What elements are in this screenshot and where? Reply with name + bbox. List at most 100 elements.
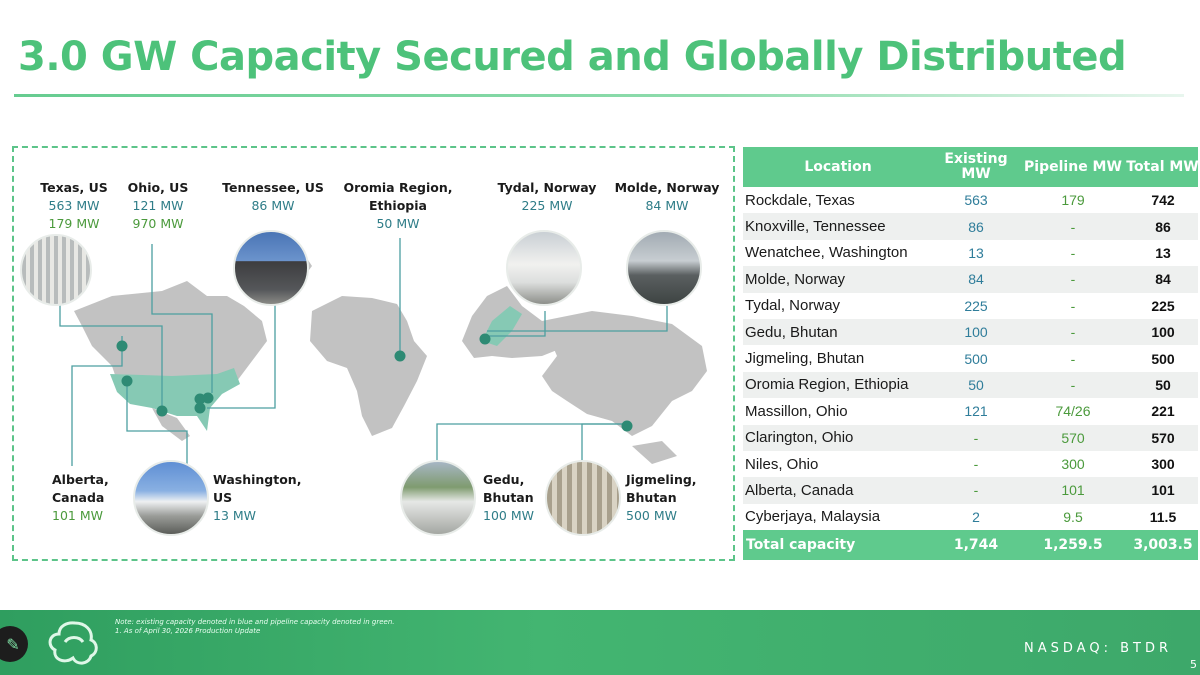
cell-location: Gedu, Bhutan [745,323,838,341]
cell-pipeline: 179 [1061,192,1085,209]
cell-pipeline: - [1070,376,1076,393]
tydal-photo [506,230,582,306]
header-total: Total MW [1126,158,1199,175]
label-gedu: Gedu, Bhutan 100 MW [483,471,553,525]
header-pipeline: Pipeline MW [1024,158,1122,175]
label-oromia-name1: Oromia Region, [343,180,453,195]
texas-photo [20,234,92,306]
cell-location: Wenatchee, Washington [745,244,908,262]
table-row: Gedu, Bhutan 100 - 100 [743,318,1198,346]
dot-washington [121,375,133,387]
label-tydal-existing: 225 MW [521,198,573,213]
label-molde-existing: 84 MW [645,198,689,213]
cell-pipeline: 9.5 [1063,508,1083,525]
cell-pipeline: - [1070,244,1076,261]
cell-location: Massillon, Ohio [745,402,848,420]
label-washington: Washington, US 13 MW [213,471,313,525]
cell-existing: 500 [964,350,988,367]
label-alberta-name1: Alberta, [52,472,109,487]
capacity-table: Location Existing MW Pipeline MW Total M… [743,147,1199,561]
cell-location: Oromia Region, Ethiopia [745,376,909,394]
molde-photo [626,230,702,306]
cell-existing: 50 [968,376,984,393]
table-row: Knoxville, Tennessee 86 - 86 [743,213,1198,240]
title-underline [14,94,1184,97]
cell-existing: 563 [964,192,988,209]
table-row: Massillon, Ohio 121 74/26 221 [743,398,1198,424]
label-ohio-existing: 121 MW [132,198,184,213]
label-texas-name: Texas, US [40,180,108,195]
cell-existing: 84 [968,271,984,288]
label-washington-name2: US [213,490,233,505]
cell-location: Jigmeling, Bhutan [745,350,865,368]
page-title: 3.0 GW Capacity Secured and Globally Dis… [18,34,1127,80]
washington-photo [133,460,209,536]
table-body: Rockdale, Texas 563 179 742 Knoxville, Tenne… [743,187,1198,530]
label-jigmeling-name1: Jigmeling, [626,472,697,487]
table-row: Clarington, Ohio - 570 570 [743,424,1198,451]
cell-total: 570 [1151,429,1175,446]
logo-icon [48,621,98,665]
cell-total: 225 [1151,297,1175,314]
cell-location: Rockdale, Texas [745,191,855,209]
header-location: Location [804,158,872,175]
jigmeling-photo [545,460,621,536]
label-gedu-name2: Bhutan [483,490,534,505]
gedu-photo [400,460,476,536]
cell-total: 84 [1155,271,1171,288]
ticker-symbol: NASDAQ: BTDR [1024,641,1172,656]
cell-total: 101 [1151,482,1175,499]
table-row: Molde, Norway 84 - 84 [743,266,1198,293]
dot-bhutan [621,420,633,432]
table-row: Cyberjaya, Malaysia 2 9.5 11.5 [743,504,1198,530]
label-jigmeling-existing: 500 MW [626,508,677,523]
label-texas-pipeline: 179 MW [48,216,100,231]
footnote: Note: existing capacity denoted in blue … [115,618,394,636]
label-washington-name1: Washington, [213,472,302,487]
cell-existing: - [973,482,979,499]
label-washington-existing: 13 MW [213,508,257,523]
table-row: Oromia Region, Ethiopia 50 - 50 [743,371,1198,399]
label-tennessee: Tennessee, US 86 MW [216,179,330,215]
label-jigmeling: Jigmeling, Bhutan 500 MW [626,471,716,525]
dot-alberta [116,340,128,352]
cell-pipeline: - [1070,297,1076,314]
label-alberta: Alberta, Canada 101 MW [52,471,132,525]
table-row: Niles, Ohio - 300 300 [743,451,1198,477]
tennessee-photo [233,230,309,306]
cell-location: Tydal, Norway [745,297,841,315]
dot-texas [156,405,168,417]
cell-existing: - [973,456,979,473]
table-row: Rockdale, Texas 563 179 742 [743,187,1198,213]
se-asia-shape [632,441,677,464]
cell-location: Clarington, Ohio [745,429,854,447]
cell-pipeline: - [1070,271,1076,288]
label-molde-name: Molde, Norway [614,180,720,195]
table-row: Wenatchee, Washington 13 - 13 [743,240,1198,266]
cell-total: 500 [1151,350,1175,367]
total-existing: 1,744 [953,537,999,554]
cell-existing: 225 [964,297,988,314]
dot-norway [479,333,491,345]
total-pipeline: 1,259.5 [1043,537,1103,554]
label-ohio-pipeline: 970 MW [132,216,184,231]
label-tydal-name: Tydal, Norway [497,180,597,195]
label-tennessee-existing: 86 MW [251,198,295,213]
label-ohio: Ohio, US 121 MW 970 MW [118,179,198,233]
header-existing: Existing MW [944,151,1008,182]
table-row: Alberta, Canada - 101 101 [743,477,1198,504]
cell-existing: 13 [968,244,984,261]
dot-ohio-2 [194,393,206,405]
cell-location: Knoxville, Tennessee [745,218,886,236]
table-total-row: Total capacity 1,744 1,259.5 3,003.5 [743,530,1198,561]
cell-pipeline: 570 [1061,429,1085,446]
cell-existing: 2 [972,508,980,525]
dot-ethiopia [394,350,406,362]
cell-location: Cyberjaya, Malaysia [745,508,881,526]
cell-total: 100 [1151,324,1175,341]
cell-pipeline: 300 [1061,456,1085,473]
page-number: 5 [1190,658,1197,671]
cell-total: 50 [1155,376,1171,393]
cell-location: Niles, Ohio [745,455,819,473]
label-gedu-existing: 100 MW [483,508,534,523]
